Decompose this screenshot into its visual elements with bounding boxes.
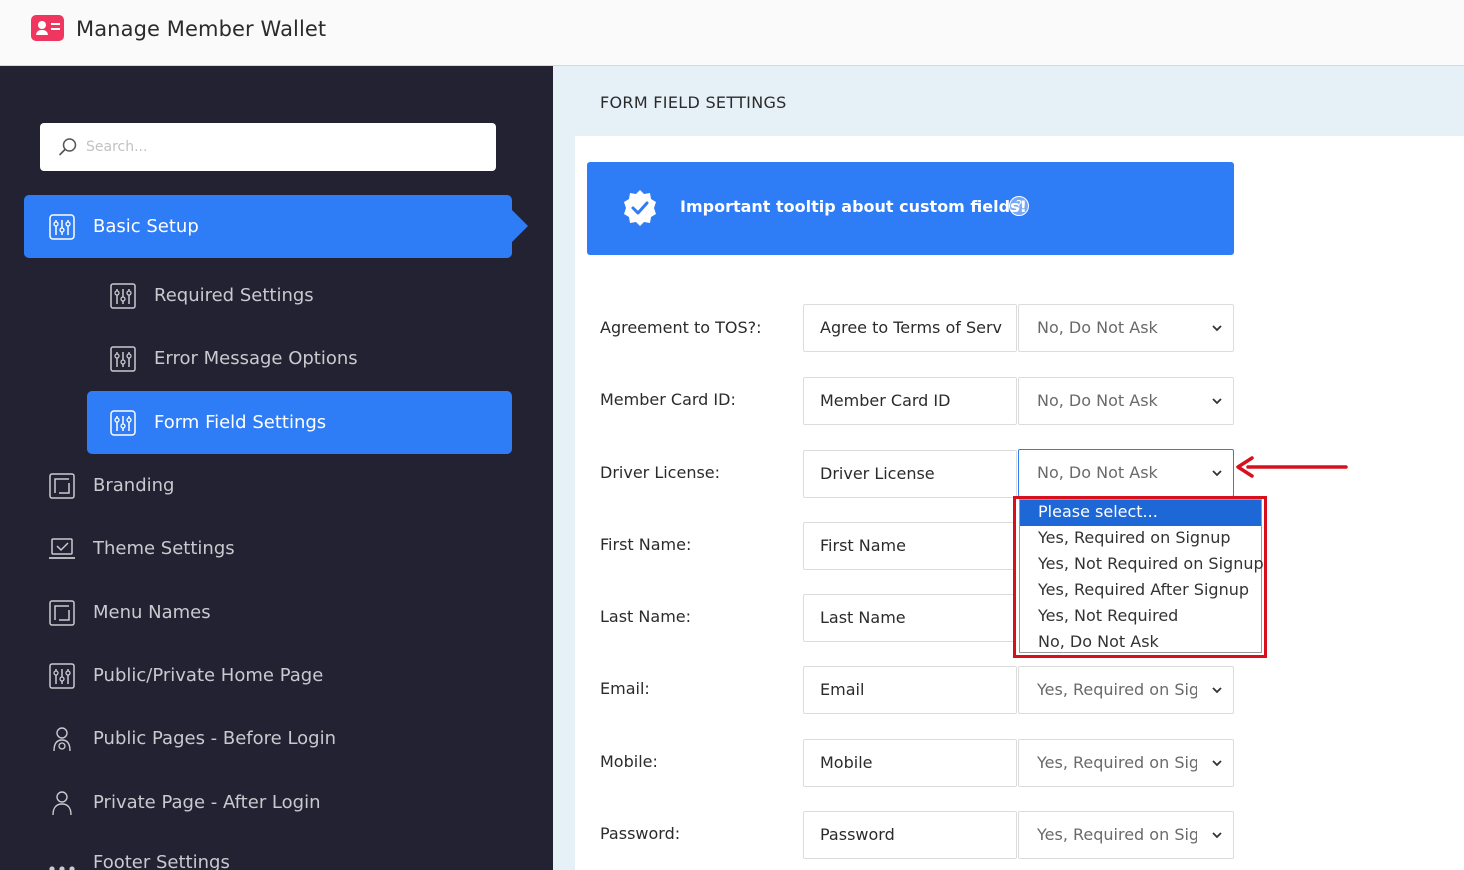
row-label-driver-license: Driver License: <box>600 463 721 482</box>
driver-license-field[interactable]: Driver License <box>803 450 1017 498</box>
sidebar-item-label: Private Page - After Login <box>93 792 321 813</box>
email-select[interactable]: Yes, Required on Signup <box>1018 666 1234 714</box>
chevron-down-icon <box>1212 687 1222 694</box>
search-input[interactable] <box>86 131 476 163</box>
member-card-id-select[interactable]: No, Do Not Ask <box>1018 377 1234 425</box>
laptop-check-icon <box>49 537 75 559</box>
tooltip-banner: Important tooltip about custom fields! ? <box>587 162 1234 255</box>
row-label-email: Email: <box>600 679 650 698</box>
sidebar-item-label: Form Field Settings <box>154 412 327 433</box>
sidebar-item-theme-settings[interactable]: Theme Settings <box>24 517 512 580</box>
sliders-icon <box>49 213 75 240</box>
row-label-first-name: First Name: <box>600 535 692 554</box>
sidebar-item-label: Required Settings <box>154 285 314 306</box>
mobile-field[interactable]: Mobile <box>803 739 1017 787</box>
sidebar-item-required-settings[interactable]: Required Settings <box>87 264 512 327</box>
sidebar-item-label: Footer Settings <box>93 852 230 870</box>
chevron-down-icon <box>1212 832 1222 839</box>
sidebar-item-footer-settings[interactable]: Footer Settings <box>24 831 512 870</box>
first-name-field[interactable]: First Name <box>803 522 1017 570</box>
sidebar-item-label: Public Pages - Before Login <box>93 728 337 749</box>
sidebar-item-branding[interactable]: Branding <box>24 454 512 517</box>
member-card-icon <box>31 15 64 41</box>
driver-license-select[interactable]: No, Do Not Ask <box>1018 449 1234 497</box>
page-title: Manage Member Wallet <box>76 17 327 41</box>
tos-field[interactable]: Agree to Terms of Serv <box>803 304 1017 352</box>
sidebar-item-label: Public/Private Home Page <box>93 665 324 686</box>
user-gear-icon <box>53 726 71 751</box>
dropdown-option[interactable]: Please select... <box>1020 500 1261 526</box>
dropdown-option[interactable]: Yes, Required on Signup <box>1020 526 1261 552</box>
chevron-down-icon <box>1212 398 1222 405</box>
sliders-icon <box>110 409 136 436</box>
dots-icon <box>49 865 75 870</box>
user-icon <box>52 790 72 815</box>
driver-license-dropdown[interactable]: Please select... Yes, Required on Signup… <box>1019 499 1264 656</box>
mobile-select[interactable]: Yes, Required on Signup <box>1018 739 1234 787</box>
help-icon[interactable]: ? <box>1009 196 1029 216</box>
search-box[interactable] <box>40 123 496 171</box>
row-label-mobile: Mobile: <box>600 752 658 771</box>
sidebar-item-public-pages-before-login[interactable]: Public Pages - Before Login <box>24 707 512 770</box>
row-label-last-name: Last Name: <box>600 607 692 626</box>
member-card-id-field[interactable]: Member Card ID <box>803 377 1017 425</box>
content-header: FORM FIELD SETTINGS <box>553 66 1464 136</box>
sliders-icon <box>49 662 75 689</box>
sidebar-item-label: Theme Settings <box>93 538 235 559</box>
annotation-arrow-icon <box>1236 456 1348 478</box>
password-select[interactable]: Yes, Required on Signup <box>1018 811 1234 859</box>
sliders-icon <box>110 282 136 309</box>
sidebar-item-error-message-options[interactable]: Error Message Options <box>87 327 512 390</box>
dropdown-option[interactable]: Yes, Not Required on Signup <box>1020 552 1264 578</box>
chevron-down-icon <box>1212 760 1222 767</box>
email-field[interactable]: Email <box>803 666 1017 714</box>
sidebar-item-label: Menu Names <box>93 602 211 623</box>
sidebar-item-private-page-after-login[interactable]: Private Page - After Login <box>24 771 512 834</box>
sidebar-item-basic-setup[interactable]: Basic Setup <box>24 195 528 258</box>
row-label-tos: Agreement to TOS?: <box>600 318 762 337</box>
sidebar-item-label: Branding <box>93 475 175 496</box>
tos-select[interactable]: No, Do Not Ask <box>1018 304 1234 352</box>
frame-icon <box>49 599 75 626</box>
chevron-down-icon <box>1212 325 1222 332</box>
row-label-member-card-id: Member Card ID: <box>600 390 736 409</box>
sidebar-item-public-private-home-page[interactable]: Public/Private Home Page <box>24 644 512 707</box>
sidebar-item-form-field-settings[interactable]: Form Field Settings <box>87 391 512 454</box>
row-label-password: Password: <box>600 824 681 843</box>
section-title: FORM FIELD SETTINGS <box>600 93 787 112</box>
frame-icon <box>49 472 75 499</box>
search-icon <box>59 138 77 156</box>
dropdown-option[interactable]: Yes, Required After Signup <box>1020 578 1261 604</box>
tooltip-text: Important tooltip about custom fields! <box>680 197 1027 216</box>
last-name-field[interactable]: Last Name <box>803 594 1017 642</box>
sidebar-item-label: Basic Setup <box>93 216 199 237</box>
verified-badge-icon <box>624 190 656 226</box>
dropdown-option[interactable]: No, Do Not Ask <box>1020 630 1261 656</box>
sidebar-item-menu-names[interactable]: Menu Names <box>24 581 512 644</box>
top-header: Manage Member Wallet <box>0 0 1464 66</box>
dropdown-option[interactable]: Yes, Not Required <box>1020 604 1261 630</box>
sliders-icon <box>110 345 136 372</box>
password-field[interactable]: Password <box>803 811 1017 859</box>
chevron-down-icon <box>1212 470 1222 477</box>
sidebar-item-label: Error Message Options <box>154 348 358 369</box>
